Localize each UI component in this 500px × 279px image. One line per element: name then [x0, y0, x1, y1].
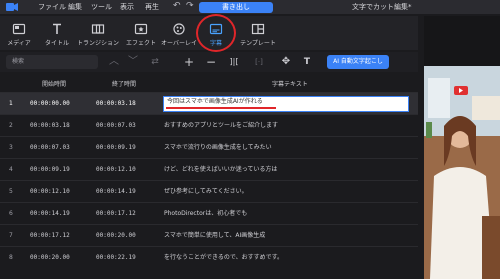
row-number: 4 [9, 166, 13, 173]
subtitle-text[interactable]: PhotoDirectorは、初心者でも [164, 209, 247, 218]
video-preview-image [424, 66, 500, 279]
video-preview[interactable] [424, 66, 500, 279]
end-time[interactable]: 00:00:22.19 [96, 253, 136, 262]
header-start-time[interactable]: 開始時間 [42, 80, 66, 90]
start-time[interactable]: 00:00:20.00 [30, 253, 70, 262]
start-time[interactable]: 00:00:14.19 [30, 209, 70, 218]
header-subtitle-text[interactable]: 字幕テキスト [272, 80, 308, 90]
tab-media-label: メディア [7, 40, 31, 47]
start-time[interactable]: 00:00:07.03 [30, 143, 70, 152]
table-row[interactable]: 8 00:00:20.00 00:00:22.19 を行なうことができるので、お… [0, 247, 418, 268]
table-row[interactable]: 5 00:00:12.10 00:00:14.19 ぜひ参考にしてみてください。 [0, 181, 418, 203]
export-button[interactable]: 書き出し [199, 2, 273, 13]
overlay-icon [173, 23, 185, 35]
tab-template-label: テンプレート [240, 40, 276, 47]
end-time[interactable]: 00:00:14.19 [96, 187, 136, 196]
tab-title-label: タイトル [44, 40, 69, 47]
transition-icon [91, 24, 105, 34]
menu-bar: ファイル 編集 ツール 表示 再生 ↶ ↷ 書き出し 文字でカット編集* [0, 0, 500, 14]
subtitle-text[interactable]: を行なうことができるので、おすすめです。 [164, 253, 283, 262]
menu-play[interactable]: 再生 [145, 2, 159, 12]
tab-overlay-label: オーバーレイ [161, 40, 197, 47]
start-time[interactable]: 00:00:09.19 [30, 165, 70, 174]
tab-title[interactable]: タイトル [40, 16, 74, 50]
chevron-up-icon[interactable]: ︿ [108, 55, 120, 69]
red-underline-annotation [166, 107, 276, 109]
subtitle-toolbar: 検索 ︿ ﹀ ⇄ + − ]|[ [·] ✥ T AI 自動文字起こし [0, 52, 418, 72]
search-placeholder: 検索 [12, 58, 25, 65]
subtitle-text[interactable]: ぜひ参考にしてみてください。 [164, 187, 248, 196]
template-icon [251, 23, 265, 35]
end-time[interactable]: 00:00:09.19 [96, 143, 136, 152]
split-icon[interactable]: ]|[ [227, 55, 241, 69]
subtitle-text[interactable]: スマホで流行りの画像生成をしてみたい [164, 143, 272, 152]
tab-template[interactable]: テンプレート [238, 16, 278, 50]
subtitle-text[interactable]: けど、どれを使えばいいか迷っている方は [164, 165, 277, 174]
menu-file[interactable]: ファイル [38, 2, 66, 12]
preview-header [424, 16, 500, 66]
start-time[interactable]: 00:00:03.18 [30, 121, 70, 130]
end-time[interactable]: 00:00:12.10 [96, 165, 136, 174]
move-icon[interactable]: ✥ [280, 55, 292, 69]
table-row[interactable]: 2 00:00:03.18 00:00:07.03 おすすめのアプリとツールをご… [0, 115, 418, 137]
row-number: 8 [9, 254, 13, 261]
row-number: 5 [9, 188, 13, 195]
subtitle-text[interactable]: スマホで簡単に使用して、AI画像生成 [164, 231, 265, 240]
tab-overlay[interactable]: オーバーレイ [160, 16, 198, 50]
table-row[interactable]: 4 00:00:09.19 00:00:12.10 けど、どれを使えばいいか迷っ… [0, 159, 418, 181]
end-time[interactable]: 00:00:07.03 [96, 121, 136, 130]
row-number: 7 [9, 232, 13, 239]
row-number: 6 [9, 210, 13, 217]
text-format-icon[interactable]: T [301, 55, 313, 69]
chevron-down-icon[interactable]: ﹀ [127, 55, 139, 69]
tab-media[interactable]: メディア [2, 16, 36, 50]
menu-view[interactable]: 表示 [120, 2, 134, 12]
project-title: 文字でカット編集* [352, 3, 412, 11]
table-row[interactable]: 3 00:00:07.03 00:00:09.19 スマホで流行りの画像生成をし… [0, 137, 418, 159]
media-icon [12, 23, 26, 35]
menu-tools[interactable]: ツール [91, 2, 112, 12]
row-number: 2 [9, 122, 13, 129]
remove-icon[interactable]: − [205, 55, 217, 69]
subtitle-text[interactable]: おすすめのアプリとツールをご紹介します [164, 121, 278, 130]
subtitle-text[interactable]: 今回はスマホで画像生成AIが作れる [167, 97, 263, 106]
undo-icon[interactable]: ↶ [173, 1, 181, 12]
tab-effect-label: エフェクト [125, 40, 156, 47]
ai-transcribe-button[interactable]: AI 自動文字起こし [327, 55, 389, 69]
table-row[interactable]: 7 00:00:17.12 00:00:20.00 スマホで簡単に使用して、AI… [0, 225, 418, 247]
redo-icon[interactable]: ↷ [186, 1, 194, 12]
row-number: 3 [9, 144, 13, 151]
menu-edit[interactable]: 編集 [68, 2, 82, 12]
search-input[interactable]: 検索 [6, 55, 98, 69]
end-time[interactable]: 00:00:20.00 [96, 231, 136, 240]
table-row[interactable]: 1 00:00:00.00 00:00:03.18 今回はスマホで画像生成AIが… [0, 93, 418, 115]
end-time[interactable]: 00:00:03.18 [96, 99, 136, 108]
subtitle-table-header: 開始時間 終了時間 字幕テキスト [0, 78, 418, 93]
highlight-circle [196, 14, 236, 52]
row-number: 1 [9, 100, 13, 107]
merge-icon[interactable]: [·] [251, 55, 267, 69]
effect-icon [134, 23, 148, 35]
app-logo-icon [6, 3, 18, 11]
start-time[interactable]: 00:00:12.10 [30, 187, 70, 196]
tab-transition[interactable]: トランジション [76, 16, 120, 50]
start-time[interactable]: 00:00:17.12 [30, 231, 70, 240]
tab-transition-label: トランジション [76, 40, 119, 47]
title-icon [53, 23, 61, 34]
header-end-time[interactable]: 終了時間 [112, 80, 136, 90]
end-time[interactable]: 00:00:17.12 [96, 209, 136, 218]
start-time[interactable]: 00:00:00.00 [30, 99, 70, 108]
add-icon[interactable]: + [183, 55, 195, 69]
table-row[interactable]: 6 00:00:14.19 00:00:17.12 PhotoDirectorは… [0, 203, 418, 225]
tab-effect[interactable]: エフェクト [124, 16, 158, 50]
replace-icon[interactable]: ⇄ [148, 55, 162, 69]
